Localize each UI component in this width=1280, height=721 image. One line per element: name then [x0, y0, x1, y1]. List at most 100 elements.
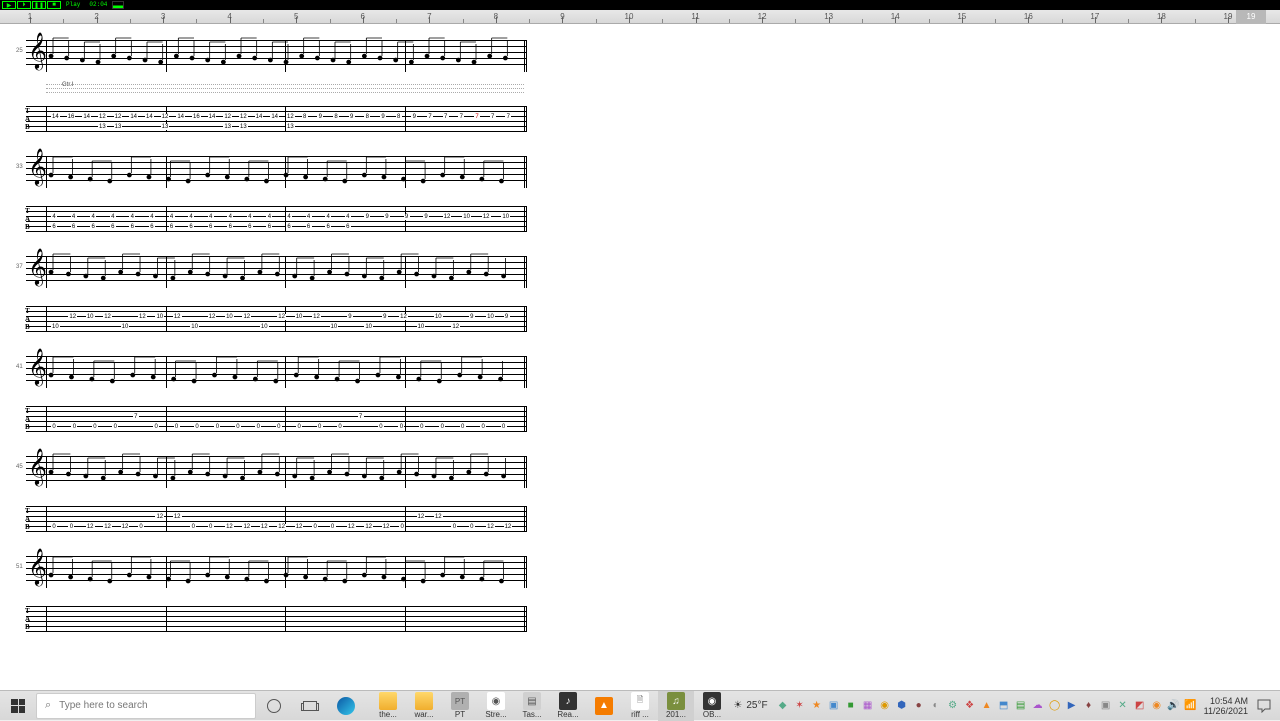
play-from-start-button[interactable]: ⏵: [17, 1, 31, 9]
fret-number: 4: [266, 214, 272, 220]
transport-bar: ▶ ⏵ ❚❚ ■ Play 02:04: [0, 0, 1280, 10]
fret-number: 0: [138, 524, 144, 530]
taskbar-clock[interactable]: 10:54 AM 11/26/2021: [1204, 696, 1248, 716]
tray-icon[interactable]: ◐: [929, 699, 943, 713]
fret-number: 0: [194, 424, 200, 430]
edge-button[interactable]: [328, 691, 364, 721]
stop-button[interactable]: ■: [47, 1, 61, 9]
tray-icon[interactable]: ✕: [1116, 699, 1130, 713]
taskbar-app-Tas...[interactable]: ▤Tas...: [514, 691, 550, 721]
taskbar-app-riff ...[interactable]: 🗎riff ...: [622, 691, 658, 721]
tray-icon[interactable]: ◆: [776, 699, 790, 713]
taskbar-app-Stre...[interactable]: ◉Stre...: [478, 691, 514, 721]
taskbar-app-201...[interactable]: ♫201...: [658, 691, 694, 721]
tray-icon[interactable]: ▶: [1065, 699, 1079, 713]
taskbar-search-input[interactable]: ⌕ Type here to search: [36, 693, 256, 719]
taskbar-app-PT[interactable]: PTPT: [442, 691, 478, 721]
tray-icon[interactable]: ✶: [793, 699, 807, 713]
taskbar-app-war...[interactable]: war...: [406, 691, 442, 721]
fret-number: 12: [223, 114, 232, 120]
taskbar-app-item[interactable]: ▲: [586, 691, 622, 721]
tab-clef-letter: B: [25, 524, 30, 531]
start-button[interactable]: [0, 691, 36, 721]
tray-icon[interactable]: ◯: [1048, 699, 1062, 713]
tab-clef-letter: A: [25, 416, 30, 423]
fret-number: 12: [443, 214, 452, 220]
fret-number: 7: [474, 114, 480, 120]
windows-taskbar: ⌕ Type here to search the... war...PTPT◉S…: [0, 690, 1280, 720]
treble-clef-icon: 𝄞: [28, 350, 47, 382]
tab-clef-letter: T: [25, 208, 30, 215]
fret-number: 12: [486, 524, 495, 530]
fret-number: 0: [378, 424, 384, 430]
tray-icon[interactable]: ●: [912, 699, 926, 713]
taskbar-app-Rea...[interactable]: ♪Rea...: [550, 691, 586, 721]
tray-icon[interactable]: ⬢: [895, 699, 909, 713]
fret-number: 4: [247, 214, 253, 220]
staff-system: 𝄞TAB51: [26, 556, 526, 638]
taskbar-app-OB...[interactable]: ◉OB...: [694, 691, 730, 721]
tray-icon[interactable]: ⚙: [946, 699, 960, 713]
taskbar-app-label: the...: [379, 711, 397, 719]
staff-system: 𝄞TAB7700000000000000000000041: [26, 356, 526, 438]
cortana-button[interactable]: [256, 691, 292, 721]
fret-number: 12: [260, 524, 269, 530]
tray-icon[interactable]: ▤: [1014, 699, 1028, 713]
measure-number: 51: [16, 564, 23, 570]
tray-icon[interactable]: ▣: [827, 699, 841, 713]
ruler-mark: 16: [1024, 12, 1033, 21]
weather-temp: 25°F: [746, 700, 767, 711]
ruler-mark: 9: [560, 12, 564, 21]
tray-icon[interactable]: ▲: [980, 699, 994, 713]
ruler-mark: 17: [1090, 12, 1099, 21]
staff-system: 𝄞TAB121212120012121200012121212120012121…: [26, 456, 526, 538]
pause-button[interactable]: ❚❚: [32, 1, 46, 9]
tray-icon[interactable]: ◉: [1150, 699, 1164, 713]
tray-icon[interactable]: ★: [810, 699, 824, 713]
fret-number: 0: [92, 424, 98, 430]
score-viewport[interactable]: 𝄞Gtr.ITAB1416141212141412141614121214141…: [0, 24, 1280, 690]
tray-icon[interactable]: ❖: [963, 699, 977, 713]
tab-clef-letter: T: [25, 308, 30, 315]
fret-number: 4: [227, 214, 233, 220]
weather-widget[interactable]: ☀ 25°F: [733, 700, 767, 711]
fret-number: 6: [149, 224, 155, 230]
fret-number: 6: [227, 224, 233, 230]
taskbar-app-the...[interactable]: the...: [370, 691, 406, 721]
fret-number: 0: [112, 424, 118, 430]
tray-icon[interactable]: ▣: [1099, 699, 1113, 713]
tray-icon[interactable]: ⬒: [997, 699, 1011, 713]
fret-number: 12: [208, 314, 217, 320]
tray-icon[interactable]: ■: [844, 699, 858, 713]
ruler-mark: 1: [28, 12, 32, 21]
taskbar-app-label: 201...: [666, 711, 686, 719]
ruler-mark: 13: [824, 12, 833, 21]
task-view-button[interactable]: [292, 691, 328, 721]
timeline-ruler[interactable]: 19 12345678910111213141516171819: [0, 10, 1280, 24]
ruler-mark: 8: [494, 12, 498, 21]
tray-icon[interactable]: 📶: [1184, 699, 1198, 713]
tray-icon[interactable]: ▦: [861, 699, 875, 713]
fret-number: 7: [505, 114, 511, 120]
fret-number: 0: [439, 424, 445, 430]
fret-number: 12: [114, 114, 123, 120]
measure-number: 41: [16, 364, 23, 370]
fret-number: 12: [347, 524, 356, 530]
tray-icon[interactable]: 🔊: [1167, 699, 1181, 713]
action-center-button[interactable]: [1254, 696, 1274, 716]
fret-number: 10: [295, 314, 304, 320]
fret-number: 16: [192, 114, 201, 120]
tray-icon[interactable]: ☁: [1031, 699, 1045, 713]
fret-number: 9: [469, 314, 475, 320]
measure-number: 45: [16, 464, 23, 470]
fret-number: 9: [364, 214, 370, 220]
tray-icon[interactable]: ◩: [1133, 699, 1147, 713]
play-button[interactable]: ▶: [2, 1, 16, 9]
fret-number: 12: [312, 314, 321, 320]
tray-icon[interactable]: ♦: [1082, 699, 1096, 713]
treble-clef-icon: 𝄞: [28, 250, 47, 282]
fret-number: 12: [286, 114, 295, 120]
playhead-indicator[interactable]: 19: [1236, 10, 1266, 24]
fret-number: 4: [129, 214, 135, 220]
tray-icon[interactable]: ◉: [878, 699, 892, 713]
